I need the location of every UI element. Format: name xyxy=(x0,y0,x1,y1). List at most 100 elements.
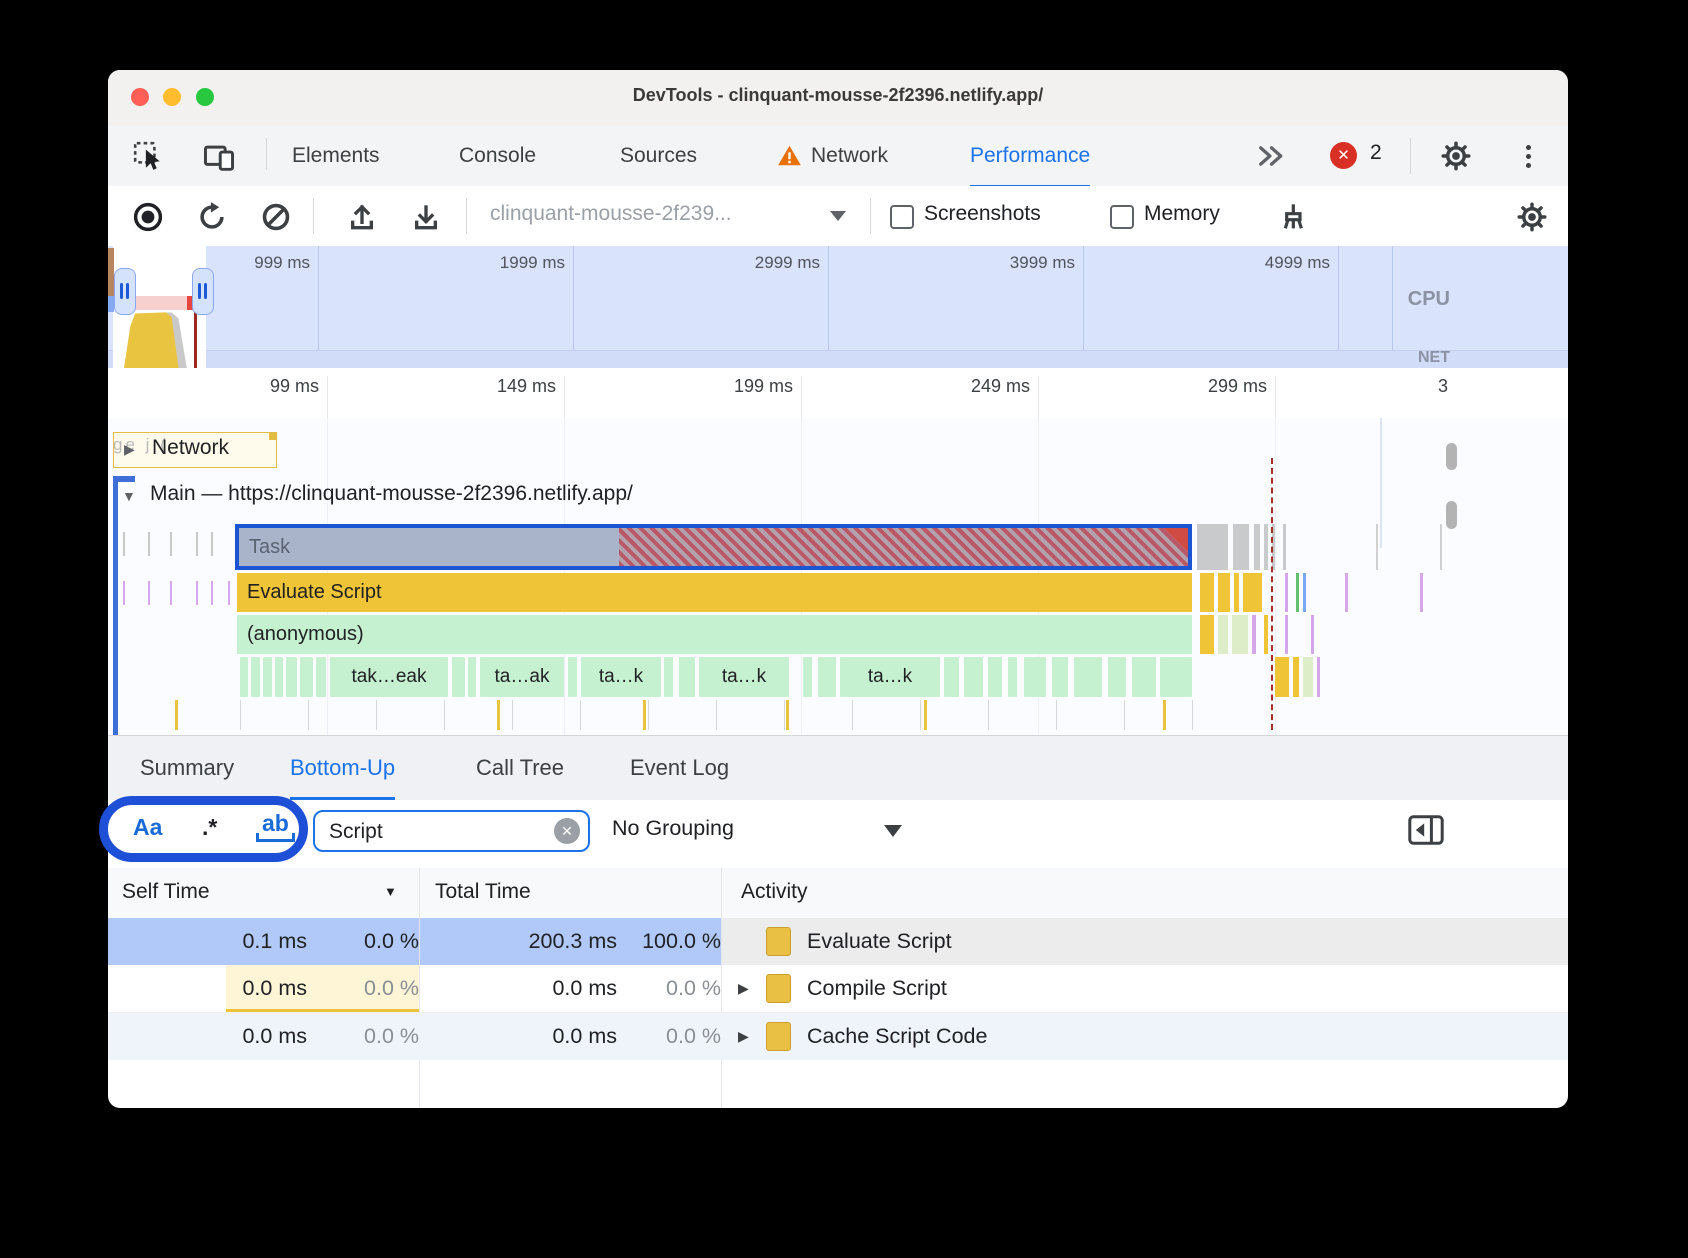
leaf-call-bar[interactable]: ta…k xyxy=(699,657,789,697)
flame-row-task: Task xyxy=(108,524,1568,570)
activity-header[interactable]: Activity xyxy=(741,880,808,904)
ruler-tick-clipped: 3 xyxy=(1438,376,1449,396)
net-lane-label: NET xyxy=(1418,349,1450,366)
settings-gear-icon[interactable] xyxy=(1440,140,1472,177)
memory-checkbox[interactable] xyxy=(1110,205,1134,229)
detail-time-ruler[interactable]: 99 ms 149 ms 199 ms 249 ms 299 ms 3 xyxy=(108,368,1568,419)
expand-triangle-icon[interactable]: ▼ xyxy=(122,488,136,504)
grouping-caret-icon[interactable] xyxy=(884,825,902,837)
collect-garbage-icon[interactable] xyxy=(1276,201,1308,238)
flame-row-anonymous: (anonymous) xyxy=(108,615,1568,654)
total-time-header[interactable]: Total Time xyxy=(435,880,531,904)
self-time-cell: 0.0 ms 0.0 % xyxy=(242,1024,419,1048)
tab-summary[interactable]: Summary xyxy=(140,736,234,797)
overview-net-lane xyxy=(108,350,1568,369)
tab-performance[interactable]: Performance xyxy=(970,126,1091,188)
table-row[interactable]: 0.1 ms 0.0 % 200.3 ms 100.0 % Evaluate Scr… xyxy=(108,918,1568,965)
window-title: DevTools - clinquant-mousse-2f2396.netli… xyxy=(632,85,1044,105)
leaf-call-bar[interactable]: ta…k xyxy=(840,657,940,697)
grouping-select[interactable]: No Grouping xyxy=(612,816,734,841)
profile-select[interactable]: clinquant-mousse-2f239... xyxy=(490,202,732,226)
profile-select-caret-icon[interactable] xyxy=(830,211,846,221)
reload-record-icon[interactable] xyxy=(196,201,228,238)
devtools-tab-bar: Elements Console Sources Network Perform… xyxy=(108,126,1568,188)
main-track-header[interactable]: ▼ Main — https://clinquant-mousse-2f2396… xyxy=(108,480,1568,518)
ruler-tick: 299 ms xyxy=(1207,376,1267,396)
flame-row-evaluate: Evaluate Script xyxy=(108,573,1568,612)
leaf-call-bar[interactable]: ta…ak xyxy=(480,657,564,697)
tab-call-tree[interactable]: Call Tree xyxy=(476,736,564,797)
task-bar-selected[interactable]: Task xyxy=(235,524,1192,570)
tab-sources[interactable]: Sources xyxy=(620,126,697,185)
network-scrollbar-thumb[interactable] xyxy=(1446,443,1457,470)
tab-event-log[interactable]: Event Log xyxy=(630,736,729,797)
save-profile-icon[interactable] xyxy=(410,201,442,238)
ruler-tick: 149 ms xyxy=(496,376,556,396)
table-row[interactable]: 0.0 ms 0.0 % 0.0 ms 0.0 % ▶ Compile Script xyxy=(108,965,1568,1013)
filter-input[interactable] xyxy=(327,815,541,849)
main-scrollbar-thumb[interactable] xyxy=(1446,501,1457,529)
leaf-call-bar[interactable]: ta…k xyxy=(581,657,661,697)
error-badge-icon[interactable]: ✕ xyxy=(1330,142,1357,169)
collapse-triangle-icon[interactable]: ▶ xyxy=(124,441,135,458)
selection-right-handle[interactable] xyxy=(192,268,214,315)
screenshots-label: Screenshots xyxy=(924,202,1041,225)
expand-triangle-icon[interactable]: ▶ xyxy=(738,1028,766,1045)
more-tabs-chevron-icon[interactable] xyxy=(1256,143,1286,174)
record-button[interactable] xyxy=(132,201,164,238)
table-row[interactable]: 0.0 ms 0.0 % 0.0 ms 0.0 % ▶ Cache Script C… xyxy=(108,1013,1568,1060)
overview-tick: 999 ms xyxy=(254,253,310,272)
ruler-tick: 99 ms xyxy=(269,376,319,396)
devtools-window: DevTools - clinquant-mousse-2f2396.netli… xyxy=(108,70,1568,1108)
evaluate-script-bar[interactable]: Evaluate Script xyxy=(237,573,1192,612)
ruler-tick: 199 ms xyxy=(733,376,793,396)
show-sidebar-icon[interactable] xyxy=(1408,814,1444,851)
inspect-element-icon[interactable] xyxy=(132,140,164,177)
performance-toolbar: clinquant-mousse-2f239... Screenshots Me… xyxy=(108,186,1568,247)
activity-cell: ▶ Cache Script Code xyxy=(722,1013,1568,1060)
tab-elements[interactable]: Elements xyxy=(292,126,380,185)
kebab-menu-icon[interactable] xyxy=(1526,141,1531,172)
device-toolbar-icon[interactable] xyxy=(203,142,235,177)
flame-row-minor xyxy=(108,700,1568,730)
tab-console[interactable]: Console xyxy=(459,126,536,185)
total-time-cell: 0.0 ms 0.0 % xyxy=(552,1024,721,1048)
details-tab-bar: Summary Bottom-Up Call Tree Event Log xyxy=(108,735,1568,801)
scripting-color-swatch xyxy=(766,1022,791,1051)
self-time-cell: 0.1 ms 0.0 % xyxy=(108,918,419,965)
timeline-overview[interactable]: 999 ms 1999 ms 2999 ms 3999 ms 4999 ms C… xyxy=(108,246,1568,369)
tab-bottom-up[interactable]: Bottom-Up xyxy=(290,736,396,801)
network-track-header[interactable]: ge j ( ▶ Network xyxy=(113,432,277,468)
selection-left-handle[interactable] xyxy=(114,268,136,315)
divider xyxy=(1410,138,1411,174)
error-count: 2 xyxy=(1370,141,1382,164)
self-time-header[interactable]: Self Time xyxy=(122,880,210,904)
divider xyxy=(466,198,467,234)
long-task-strip xyxy=(133,296,187,310)
divider xyxy=(313,198,314,234)
task-bar-label: Task xyxy=(249,536,291,558)
capture-settings-gear-icon[interactable] xyxy=(1516,201,1548,238)
anonymous-bar[interactable]: (anonymous) xyxy=(237,615,1192,654)
filter-search-box: ✕ xyxy=(313,810,590,852)
overview-tick: 2999 ms xyxy=(754,253,820,272)
scripting-color-swatch xyxy=(766,974,791,1003)
tab-network[interactable]: Network xyxy=(811,126,888,185)
clear-record-icon[interactable] xyxy=(260,201,292,238)
clear-filter-icon[interactable]: ✕ xyxy=(554,818,580,844)
screenshots-checkbox[interactable] xyxy=(890,205,914,229)
sort-caret-icon: ▼ xyxy=(384,884,397,899)
load-profile-icon[interactable] xyxy=(346,201,378,238)
overview-tick: 4999 ms xyxy=(1264,253,1330,272)
overview-tick: 3999 ms xyxy=(1009,253,1075,272)
evaluate-script-label: Evaluate Script xyxy=(247,581,382,603)
flame-row-leaves: tak…eak ta…ak ta…k ta…k ta…k xyxy=(108,657,1568,697)
flame-chart-area[interactable]: ge j ( ▶ Network ▼ Main — https://clinqu… xyxy=(108,418,1568,735)
expand-triangle-icon[interactable]: ▶ xyxy=(738,980,766,997)
leaf-call-bar[interactable]: tak…eak xyxy=(330,657,448,697)
activity-label: Compile Script xyxy=(807,976,947,1000)
network-track-label: Network xyxy=(152,436,230,459)
annotation-highlight xyxy=(99,796,308,862)
anonymous-label: (anonymous) xyxy=(247,623,364,645)
self-time-cell: 0.0 ms 0.0 % xyxy=(108,965,419,1012)
